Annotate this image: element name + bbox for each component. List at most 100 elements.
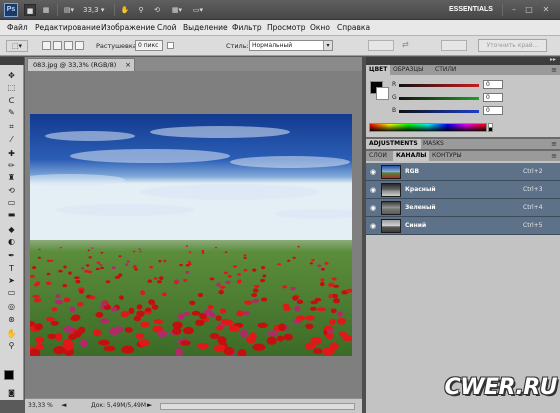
slider-value-input[interactable]: 0 (483, 80, 503, 89)
tab-adjustments[interactable]: ADJUSTMENTS (366, 139, 421, 149)
slider-value-input[interactable]: 0 (483, 106, 503, 115)
path-select-tool-icon[interactable]: ➤ (5, 275, 18, 286)
quick-mask-icon[interactable]: ◙ (5, 388, 18, 399)
history-brush-tool-icon[interactable]: ⟲ (5, 185, 18, 196)
add-selection-icon[interactable] (53, 41, 62, 50)
slider-value-input[interactable]: 0 (483, 93, 503, 102)
channel-row[interactable]: ◉ Зеленый Ctrl+4 (366, 199, 560, 217)
tab-styles[interactable]: СТИЛИ (432, 65, 459, 75)
panel-menu-icon[interactable]: ≡ (551, 66, 557, 74)
zoom-icon[interactable]: ⚲ (135, 4, 147, 16)
tab-layers[interactable]: СЛОИ (366, 151, 390, 161)
br-icon[interactable]: ■ (24, 4, 36, 16)
mini-bridge-icon[interactable]: ▦ (40, 4, 52, 16)
menu-select[interactable]: Выделение (183, 23, 228, 32)
quick-select-tool-icon[interactable]: ✎ (5, 107, 18, 118)
close-icon[interactable]: ✕ (540, 4, 552, 16)
visibility-eye-icon[interactable]: ◉ (370, 221, 378, 231)
visibility-eye-icon[interactable]: ◉ (370, 167, 378, 177)
refine-edge-button[interactable]: Уточнить край... (478, 39, 547, 52)
rotate-view-icon[interactable]: ⟲ (151, 4, 163, 16)
eyedropper-tool-icon[interactable]: ⁄ (5, 134, 18, 145)
canvas-image[interactable] (30, 114, 352, 356)
width-input[interactable] (368, 40, 394, 51)
status-zoom[interactable]: 33,33 % (28, 402, 53, 409)
anti-alias-checkbox[interactable] (167, 42, 174, 49)
panel-menu-icon[interactable]: ≡ (551, 140, 557, 148)
tab-swatches[interactable]: ОБРАЗЦЫ (390, 65, 426, 75)
intersect-selection-icon[interactable] (75, 41, 84, 50)
crop-tool-icon[interactable]: ⌗ (5, 121, 18, 132)
channel-row[interactable]: ◉ Красный Ctrl+3 (366, 181, 560, 199)
tab-paths[interactable]: КОНТУРЫ (429, 151, 465, 161)
menu-image[interactable]: Изображение (101, 23, 155, 32)
channel-row[interactable]: ◉ Синий Ctrl+5 (366, 217, 560, 235)
visibility-eye-icon[interactable]: ◉ (370, 185, 378, 195)
dodge-tool-icon[interactable]: ◐ (5, 236, 18, 247)
horizontal-scrollbar[interactable] (160, 403, 355, 410)
arrange-icon[interactable]: ▤▾ (62, 4, 76, 16)
healing-brush-tool-icon[interactable]: ✚ (5, 148, 18, 159)
menu-view[interactable]: Просмотр (267, 23, 306, 32)
dock-header[interactable]: ▸▸ (366, 56, 560, 65)
maximize-icon[interactable]: □ (523, 4, 535, 16)
black-white-ramp[interactable] (488, 123, 493, 132)
tools-panel-header[interactable] (0, 57, 24, 65)
menu-file[interactable]: Файл (7, 23, 28, 32)
status-info-icon[interactable]: ◄ (61, 401, 66, 409)
type-tool-icon[interactable]: T (5, 263, 18, 274)
menu-filter[interactable]: Фильтр (232, 23, 262, 32)
menu-edit[interactable]: Редактирование (35, 23, 100, 32)
channel-row[interactable]: ◉ RGB Ctrl+2 (366, 163, 560, 181)
move-tool-icon[interactable]: ✥ (5, 70, 18, 81)
3d-orbit-tool-icon[interactable]: ⊛ (5, 314, 18, 325)
poppy-flower (59, 246, 63, 249)
close-document-icon[interactable]: × (125, 59, 131, 71)
clone-stamp-tool-icon[interactable]: ♜ (5, 172, 18, 183)
subtract-selection-icon[interactable] (64, 41, 73, 50)
pen-tool-icon[interactable]: ✒ (5, 250, 18, 261)
poppy-flower (121, 345, 135, 354)
separator (57, 4, 58, 16)
3d-rotate-tool-icon[interactable]: ◎ (5, 301, 18, 312)
minimize-icon[interactable]: – (508, 4, 520, 16)
gradient-tool-icon[interactable]: ▬ (5, 209, 18, 220)
slider-track[interactable] (399, 84, 479, 87)
lasso-tool-icon[interactable]: ᑕ (5, 95, 18, 106)
height-input[interactable] (441, 40, 467, 51)
visibility-eye-icon[interactable]: ◉ (370, 203, 378, 213)
zoom-tool-icon[interactable]: ⚲ (5, 340, 18, 351)
menu-window[interactable]: Окно (310, 23, 330, 32)
tab-channels[interactable]: КАНАЛЫ (393, 151, 430, 161)
hand-icon[interactable]: ✋ (119, 4, 131, 16)
color-bg-swatch[interactable] (376, 87, 389, 100)
color-spectrum-ramp[interactable] (369, 123, 487, 132)
blur-tool-icon[interactable]: ◆ (5, 224, 18, 235)
zoom-level-field[interactable]: 33,3 ▾ (83, 4, 111, 16)
poppy-flower (276, 335, 284, 342)
shape-tool-icon[interactable]: ▭ (5, 287, 18, 298)
feather-input[interactable]: 0 пикс (135, 40, 163, 51)
tool-preset-picker[interactable]: ⬚▾ (6, 40, 28, 52)
status-menu-icon[interactable]: ► (147, 401, 152, 409)
grid-icon[interactable]: ▦▾ (168, 4, 186, 16)
hand-tool-icon[interactable]: ✋ (5, 328, 18, 339)
slider-track[interactable] (399, 110, 479, 113)
eraser-tool-icon[interactable]: ▭ (5, 197, 18, 208)
marquee-tool-icon[interactable]: ⬚ (5, 82, 18, 93)
slider-track[interactable] (399, 97, 479, 100)
foreground-color-swatch[interactable] (4, 370, 14, 380)
document-tab[interactable]: 083.jpg @ 33,3% (RGB/8) × (27, 58, 135, 71)
brush-tool-icon[interactable]: ✏ (5, 160, 18, 171)
new-selection-icon[interactable] (42, 41, 51, 50)
menu-help[interactable]: Справка (337, 23, 370, 32)
screen-mode-icon[interactable]: ▭▾ (189, 4, 207, 16)
tab-masks[interactable]: MASKS (420, 139, 447, 149)
workspace-switcher[interactable]: ESSENTIALS (449, 4, 499, 16)
tab-color[interactable]: ЦВЕТ (366, 65, 391, 75)
menu-layer[interactable]: Слой (157, 23, 177, 32)
collapse-dock-icon[interactable]: ▸▸ (550, 56, 556, 63)
style-select[interactable]: Нормальный ▾ (249, 40, 333, 51)
swap-icon[interactable]: ⇄ (402, 40, 409, 49)
panel-menu-icon[interactable]: ≡ (551, 152, 557, 160)
